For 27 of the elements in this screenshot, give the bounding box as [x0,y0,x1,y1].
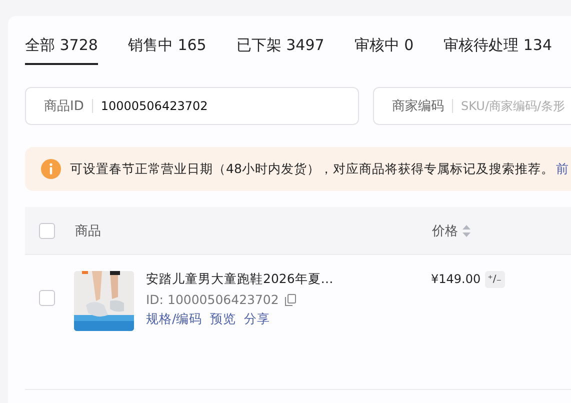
price-edit-button[interactable]: ⁺∕₋ [484,271,505,288]
search-field[interactable]: 商家编码 SKU/商家编码/条形 [373,87,571,125]
sort-icon[interactable] [462,224,471,238]
filter-tab[interactable]: 审核待处理 134 [444,36,552,65]
filter-tab[interactable]: 已下架 3497 [236,36,324,65]
column-header: 商品 [75,222,102,240]
notice-link[interactable]: 前 [556,160,569,178]
notice-text: 可设置春节正常营业日期（48小时内发货），对应商品将获得专属标记及搜索推荐。 [70,160,554,178]
product-title[interactable]: 安踏儿童男大童跑鞋2026年夏… [146,271,431,288]
copy-icon[interactable] [284,294,296,306]
product-id: ID: 10000506423702 [146,292,279,307]
column-header[interactable]: 价格 [432,222,458,240]
price-text: ¥149.00 [431,272,481,286]
field-placeholder: SKU/商家编码/条形 [461,98,566,114]
field-value: 10000506423702 [100,99,208,113]
action-link[interactable]: 预览 [210,311,236,328]
checkbox[interactable] [39,290,55,306]
filter-tab[interactable]: 审核中 0 [354,36,414,65]
info-icon [41,159,61,179]
checkbox[interactable] [39,222,55,238]
action-link[interactable]: 分享 [244,311,270,328]
field-label: 商品ID [44,98,84,115]
search-field[interactable]: 商品ID 10000506423702 [25,87,359,125]
filter-tab[interactable]: 销售中 165 [128,36,206,65]
filter-tab[interactable]: 全部 3728 [25,36,98,65]
field-label: 商家编码 [392,98,444,115]
action-link[interactable]: 规格/编码 [146,311,202,328]
